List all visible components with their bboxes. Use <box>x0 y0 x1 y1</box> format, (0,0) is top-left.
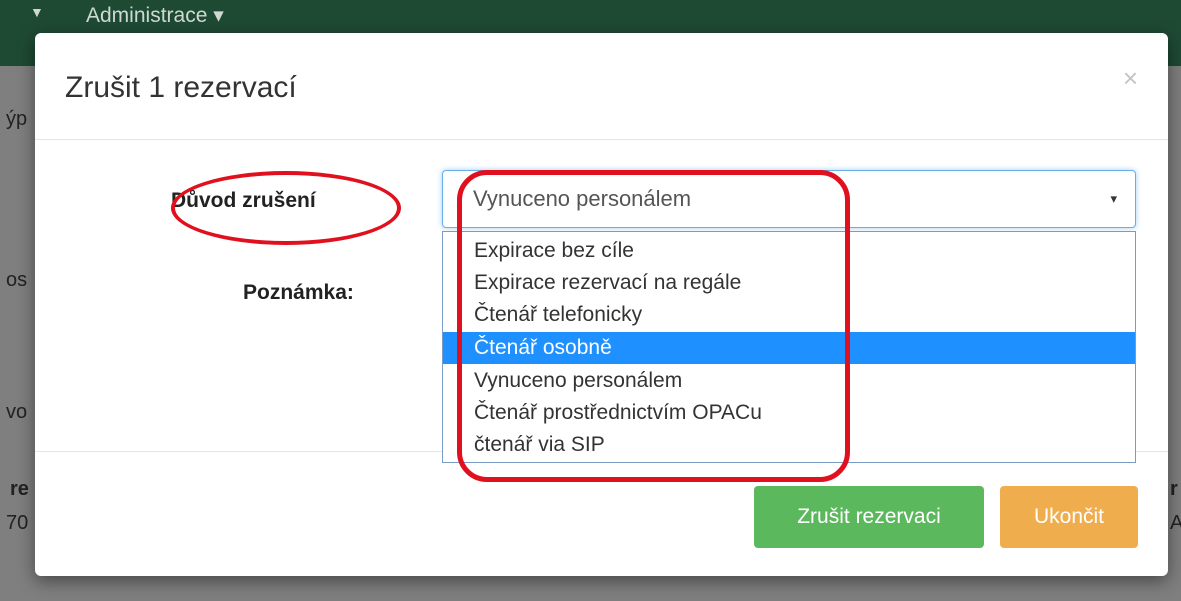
caret-down-icon[interactable]: ▼ <box>30 4 44 20</box>
bg-fragment: 70 <box>6 512 29 534</box>
bg-fragment: re <box>10 478 29 500</box>
chevron-down-icon: ▾ <box>1110 191 1117 206</box>
bg-fragment: A <box>1170 512 1181 534</box>
nav-menu-administrace[interactable]: Administrace ▾ <box>86 3 224 28</box>
modal-title: Zrušit 1 rezervací <box>65 71 297 104</box>
modal-header: Zrušit 1 rezervací × <box>35 33 1168 140</box>
bg-fragment: ýp <box>6 108 28 130</box>
note-label: Poznámka: <box>243 281 354 304</box>
bg-fragment: os <box>6 269 28 291</box>
close-icon[interactable]: × <box>1123 63 1138 94</box>
annotation-ellipse <box>171 171 401 245</box>
close-button[interactable]: Ukončit <box>1000 486 1138 548</box>
bg-fragment: r <box>1170 478 1178 500</box>
bg-fragment: vo <box>6 401 28 423</box>
cancel-reservation-button[interactable]: Zrušit rezervaci <box>754 486 984 548</box>
annotation-rectangle <box>457 170 850 482</box>
